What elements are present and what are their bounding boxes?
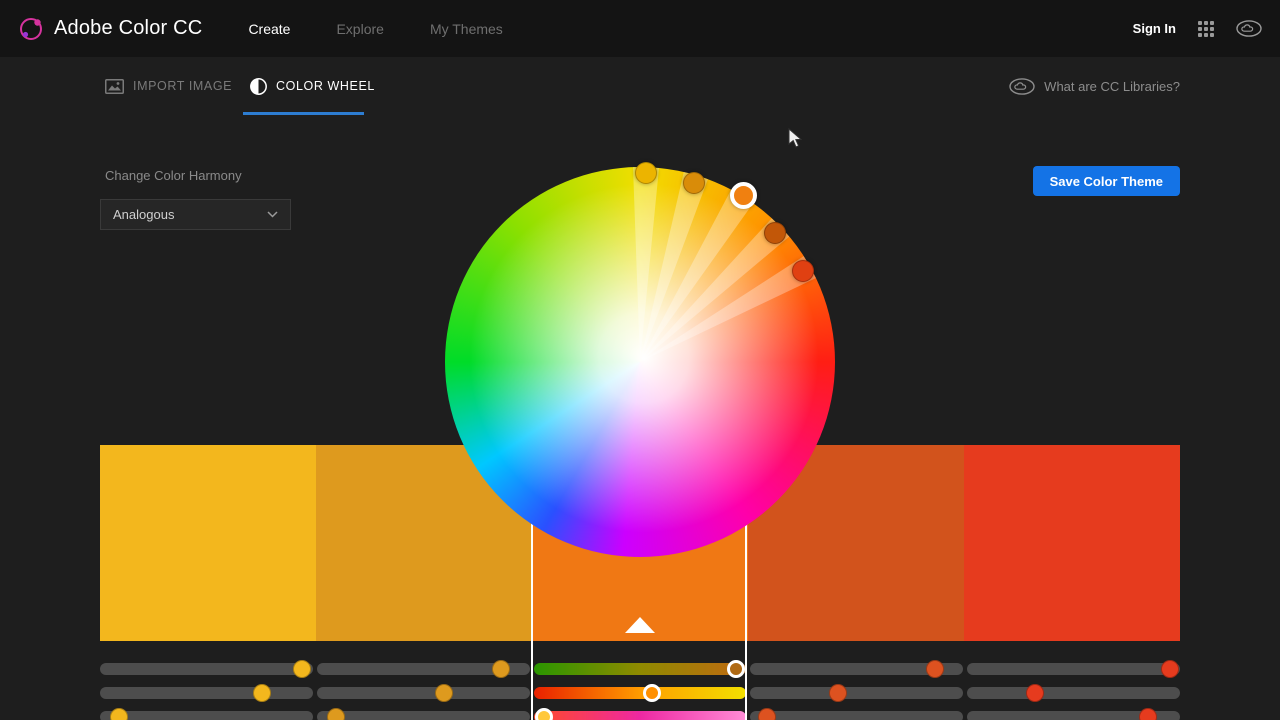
- slider-track-r2-c2[interactable]: [317, 687, 530, 699]
- slider-track-r2-c4[interactable]: [750, 687, 963, 699]
- cc-libraries-label: What are CC Libraries?: [1044, 79, 1180, 94]
- slider-track-r3-c3[interactable]: [534, 711, 747, 720]
- slider-handle-r1-c1[interactable]: [293, 660, 311, 678]
- nav-item-my-themes[interactable]: My Themes: [430, 21, 503, 37]
- slider-handle-r2-c3[interactable]: [643, 684, 661, 702]
- slider-handle-r2-c1[interactable]: [253, 684, 271, 702]
- selected-swatch-pointer: [625, 617, 655, 633]
- apps-grid-icon[interactable]: [1198, 21, 1214, 37]
- harmony-select[interactable]: Analogous: [100, 199, 291, 230]
- nav-item-create[interactable]: Create: [248, 21, 290, 37]
- slider-track-r1-c4[interactable]: [750, 663, 963, 675]
- save-color-theme-button[interactable]: Save Color Theme: [1033, 166, 1180, 196]
- wheel-marker-3-active[interactable]: [730, 182, 757, 209]
- chevron-down-icon: [267, 211, 278, 218]
- active-tab-underline: [243, 112, 364, 115]
- adobe-color-page: Adobe Color CC Create Explore My Themes …: [0, 0, 1280, 720]
- wheel-marker-1[interactable]: [635, 162, 657, 184]
- wheel-marker-4[interactable]: [764, 222, 786, 244]
- slider-handle-r3-c1[interactable]: [110, 708, 128, 720]
- slider-handle-r3-c3[interactable]: [535, 708, 553, 720]
- slider-track-r2-c5[interactable]: [967, 687, 1180, 699]
- wheel-marker-2[interactable]: [683, 172, 705, 194]
- image-icon: [105, 79, 124, 94]
- slider-track-r3-c5[interactable]: [967, 711, 1180, 720]
- harmony-selected-value: Analogous: [113, 207, 174, 222]
- slider-track-r2-c3[interactable]: [534, 687, 747, 699]
- brand[interactable]: Adobe Color CC: [18, 16, 202, 42]
- slider-track-r1-c3[interactable]: [534, 663, 747, 675]
- slider-handle-r1-c5[interactable]: [1161, 660, 1179, 678]
- app-title: Adobe Color CC: [54, 17, 202, 40]
- adobe-color-logo-icon: [18, 16, 44, 42]
- nav-item-explore[interactable]: Explore: [336, 21, 383, 37]
- slider-handle-r2-c5[interactable]: [1026, 684, 1044, 702]
- swatch-1[interactable]: [100, 445, 316, 641]
- color-sliders: [100, 663, 1180, 720]
- slider-handle-r3-c5[interactable]: [1139, 708, 1157, 720]
- tab-import-image[interactable]: IMPORT IMAGE: [105, 57, 232, 115]
- slider-track-r2-c1[interactable]: [100, 687, 313, 699]
- cc-libraries-icon: [1009, 78, 1035, 95]
- slider-handle-r3-c4[interactable]: [758, 708, 776, 720]
- top-right-actions: Sign In: [1133, 20, 1262, 37]
- slider-track-r3-c2[interactable]: [317, 711, 530, 720]
- cc-libraries-link[interactable]: What are CC Libraries?: [1009, 57, 1180, 115]
- slider-handle-r3-c2[interactable]: [327, 708, 345, 720]
- slider-handle-r1-c3[interactable]: [727, 660, 745, 678]
- mouse-cursor: [788, 128, 805, 150]
- swatch-5[interactable]: [964, 445, 1180, 641]
- slider-track-r1-c2[interactable]: [317, 663, 530, 675]
- slider-handle-r1-c2[interactable]: [492, 660, 510, 678]
- slider-handle-r2-c2[interactable]: [435, 684, 453, 702]
- half-circle-icon: [250, 78, 267, 95]
- slider-track-r1-c1[interactable]: [100, 663, 313, 675]
- top-bar: Adobe Color CC Create Explore My Themes …: [0, 0, 1280, 57]
- creative-cloud-icon[interactable]: [1236, 20, 1262, 37]
- harmony-label: Change Color Harmony: [105, 168, 242, 183]
- main-nav: Create Explore My Themes: [248, 21, 502, 37]
- wheel-marker-5[interactable]: [792, 260, 814, 282]
- slider-track-r3-c4[interactable]: [750, 711, 963, 720]
- slider-row-3: [100, 711, 1180, 720]
- slider-track-r1-c5[interactable]: [967, 663, 1180, 675]
- tab-import-image-label: IMPORT IMAGE: [133, 79, 232, 93]
- tab-bar: IMPORT IMAGE COLOR WHEEL What are CC Lib…: [0, 57, 1280, 115]
- slider-row-2: [100, 687, 1180, 699]
- slider-handle-r1-c4[interactable]: [926, 660, 944, 678]
- tab-color-wheel-label: COLOR WHEEL: [276, 79, 375, 93]
- sign-in-link[interactable]: Sign In: [1133, 21, 1176, 36]
- color-wheel-area: [445, 167, 835, 557]
- slider-row-1: [100, 663, 1180, 675]
- slider-track-r3-c1[interactable]: [100, 711, 313, 720]
- tab-color-wheel[interactable]: COLOR WHEEL: [250, 57, 375, 115]
- slider-handle-r2-c4[interactable]: [829, 684, 847, 702]
